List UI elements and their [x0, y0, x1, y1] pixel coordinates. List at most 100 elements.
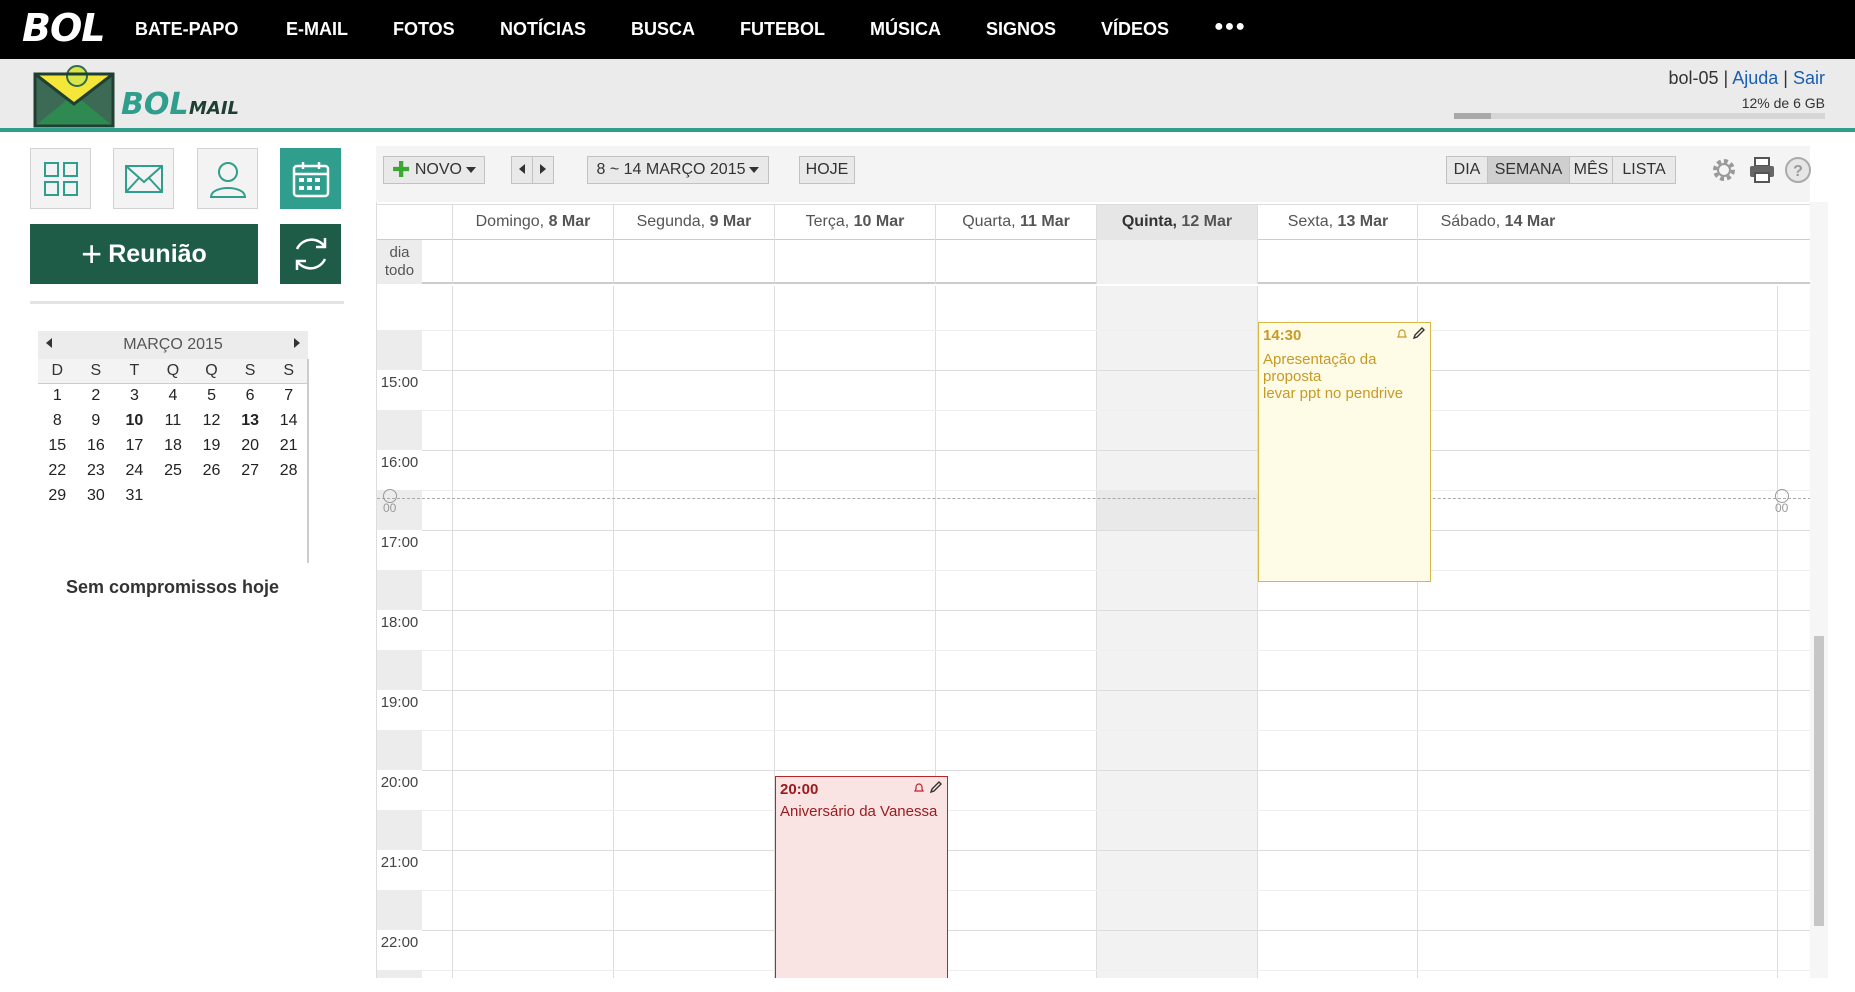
day-header-0[interactable]: Domingo, 8 Mar: [452, 205, 613, 241]
apps-button[interactable]: [30, 148, 91, 209]
event-time: 14:30: [1263, 327, 1302, 344]
mini-calendar-day[interactable]: 29: [38, 483, 77, 508]
view-list-button[interactable]: LISTA: [1612, 156, 1676, 184]
event-apresentacao[interactable]: 14:30 Apresentação da proposta levar ppt n…: [1258, 322, 1431, 582]
mini-calendar-day[interactable]: 17: [115, 433, 154, 458]
nav-signos[interactable]: SIGNOS: [986, 19, 1056, 40]
day-header-5[interactable]: Sexta, 13 Mar: [1257, 205, 1418, 241]
mini-calendar-day[interactable]: 5: [192, 383, 231, 408]
nav-fotos[interactable]: FOTOS: [393, 19, 455, 40]
mini-calendar-day[interactable]: 25: [154, 458, 193, 483]
next-week-button[interactable]: [532, 156, 554, 184]
scrollbar-thumb[interactable]: [1814, 636, 1824, 926]
calendar-scrollbar[interactable]: [1810, 202, 1828, 978]
sync-button[interactable]: [280, 224, 341, 284]
contacts-button[interactable]: [197, 148, 258, 209]
mini-calendar-day[interactable]: 3: [115, 383, 154, 408]
all-day-cell[interactable]: [1417, 240, 1578, 284]
nav-futebol[interactable]: FUTEBOL: [740, 19, 825, 40]
day-header-3[interactable]: Quarta, 11 Mar: [935, 205, 1096, 241]
day-header-1[interactable]: Segunda, 9 Mar: [613, 205, 774, 241]
mini-calendar-day[interactable]: 26: [192, 458, 231, 483]
print-icon[interactable]: [1748, 156, 1776, 184]
chevron-right-icon: [540, 164, 546, 174]
mini-calendar-day[interactable]: 23: [77, 458, 116, 483]
mini-calendar-day[interactable]: 13: [231, 408, 270, 433]
all-day-cell[interactable]: [935, 240, 1096, 284]
date-range-picker[interactable]: 8 ~ 14 MARÇO 2015: [587, 156, 769, 184]
nav-videos[interactable]: VÍDEOS: [1101, 19, 1169, 40]
today-button[interactable]: HOJE: [799, 156, 855, 184]
mini-calendar-day[interactable]: 19: [192, 433, 231, 458]
all-day-cell[interactable]: [774, 240, 935, 284]
mini-calendar-day[interactable]: 7: [269, 383, 308, 408]
all-day-cell[interactable]: [1096, 240, 1257, 284]
half-hour-line: [422, 730, 1810, 731]
day-header-2[interactable]: Terça, 10 Mar: [774, 205, 935, 241]
day-column[interactable]: [613, 286, 774, 978]
new-button[interactable]: ✚ NOVO: [383, 156, 485, 184]
next-month-icon[interactable]: [294, 331, 300, 359]
event-icons: [1396, 326, 1426, 343]
refresh-icon: [295, 238, 326, 270]
prev-week-button[interactable]: [511, 156, 533, 184]
logout-link[interactable]: Sair: [1793, 68, 1825, 88]
help-icon[interactable]: ?: [1784, 156, 1812, 184]
hour-grid: 15:00 16:00 17:00 18:00 19:00 20:00 21:00 22:00…: [377, 286, 1810, 978]
mini-calendar-day[interactable]: 24: [115, 458, 154, 483]
mini-calendar-day[interactable]: 27: [231, 458, 270, 483]
mini-calendar-day[interactable]: 4: [154, 383, 193, 408]
mini-calendar-day[interactable]: 20: [231, 433, 270, 458]
half-hour-line: [422, 970, 1810, 971]
day-header-4[interactable]: Quinta, 12 Mar: [1096, 205, 1257, 241]
mini-calendar-day[interactable]: 28: [269, 458, 308, 483]
edit-pencil-icon[interactable]: [929, 780, 943, 794]
day-column[interactable]: [452, 286, 613, 978]
new-meeting-button[interactable]: + Reunião: [30, 224, 258, 284]
mini-calendar-day[interactable]: 15: [38, 433, 77, 458]
mini-calendar-day[interactable]: 31: [115, 483, 154, 508]
mini-calendar-day[interactable]: 16: [77, 433, 116, 458]
day-header-6[interactable]: Sábado, 14 Mar: [1417, 205, 1578, 241]
all-day-cell[interactable]: [613, 240, 774, 284]
now-marker-right: 00: [1775, 489, 1789, 514]
settings-icon[interactable]: [1710, 156, 1738, 184]
mini-calendar-day[interactable]: 12: [192, 408, 231, 433]
help-link[interactable]: Ajuda: [1732, 68, 1778, 88]
view-month-button[interactable]: MÊS: [1569, 156, 1613, 184]
mini-calendar-day[interactable]: 18: [154, 433, 193, 458]
mini-calendar-day[interactable]: 21: [269, 433, 308, 458]
bol-logo[interactable]: BOL: [22, 8, 105, 48]
all-day-cell[interactable]: [452, 240, 613, 284]
calendar-button[interactable]: [280, 148, 341, 209]
day-column[interactable]: [1417, 286, 1578, 978]
bolmail-logo[interactable]: BOL MAIL: [33, 64, 243, 130]
day-column[interactable]: [935, 286, 1096, 978]
more-menu-icon[interactable]: ●●●: [1214, 18, 1246, 36]
mini-calendar-day[interactable]: 9: [77, 408, 116, 433]
mini-calendar-day[interactable]: 2: [77, 383, 116, 408]
mini-calendar-day[interactable]: 1: [38, 383, 77, 408]
nav-e-mail[interactable]: E-MAIL: [286, 19, 348, 40]
edit-pencil-icon[interactable]: [1412, 326, 1426, 340]
mini-calendar-day[interactable]: 8: [38, 408, 77, 433]
nav-busca[interactable]: BUSCA: [631, 19, 695, 40]
chevron-down-icon: [749, 166, 760, 173]
prev-month-icon[interactable]: [46, 331, 52, 359]
mini-calendar-day[interactable]: 11: [154, 408, 193, 433]
event-aniversario[interactable]: 20:00 Aniversário da Vanessa: [775, 776, 948, 978]
nav-noticias[interactable]: NOTÍCIAS: [500, 19, 586, 40]
nav-bate-papo[interactable]: BATE-PAPO: [135, 19, 238, 40]
mini-calendar-day[interactable]: 6: [231, 383, 270, 408]
mail-button[interactable]: [113, 148, 174, 209]
day-column[interactable]: [1096, 286, 1257, 978]
all-day-cell[interactable]: [1257, 240, 1418, 284]
view-day-button[interactable]: DIA: [1446, 156, 1488, 184]
mini-calendar-day[interactable]: 30: [77, 483, 116, 508]
mini-calendar-day[interactable]: 14: [269, 408, 308, 433]
view-week-button[interactable]: SEMANA: [1487, 156, 1570, 184]
nav-musica[interactable]: MÚSICA: [870, 19, 941, 40]
mini-calendar-day[interactable]: 22: [38, 458, 77, 483]
mini-calendar-month: MARÇO 2015: [123, 336, 223, 353]
mini-calendar-day[interactable]: 10: [115, 408, 154, 433]
